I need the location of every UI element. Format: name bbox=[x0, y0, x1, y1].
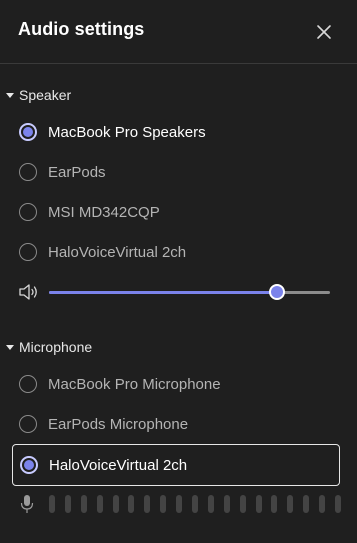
audio-settings-panel: Audio settings Speaker MacBook Pro Speak… bbox=[0, 0, 357, 543]
microphone-level-bar bbox=[65, 495, 71, 513]
microphone-level-row bbox=[18, 492, 343, 516]
speaker-option-msi-md342cqp[interactable]: MSI MD342CQP bbox=[12, 193, 340, 231]
microphone-section-toggle[interactable]: Microphone bbox=[6, 337, 92, 357]
microphone-level-bar bbox=[319, 495, 325, 513]
microphone-level-bar bbox=[192, 495, 198, 513]
option-label: MacBook Pro Speakers bbox=[48, 123, 206, 141]
microphone-section-label: Microphone bbox=[19, 339, 93, 355]
panel-header: Audio settings bbox=[0, 0, 357, 64]
speaker-option-halovoicevirtual-2ch[interactable]: HaloVoiceVirtual 2ch bbox=[12, 233, 340, 271]
microphone-level-bar bbox=[144, 495, 150, 513]
option-label: HaloVoiceVirtual 2ch bbox=[48, 243, 187, 261]
option-label: EarPods bbox=[48, 163, 106, 181]
microphone-level-bar bbox=[224, 495, 230, 513]
speaker-volume-slider[interactable] bbox=[49, 284, 330, 300]
microphone-level-bar bbox=[208, 495, 214, 513]
microphone-option-macbook-pro-microphone[interactable]: MacBook Pro Microphone bbox=[12, 365, 340, 403]
panel-title: Audio settings bbox=[18, 19, 145, 39]
close-button[interactable] bbox=[313, 21, 335, 43]
speaker-option-earpods[interactable]: EarPods bbox=[12, 153, 340, 191]
microphone-level-bar bbox=[128, 495, 134, 513]
volume-slider-thumb[interactable] bbox=[269, 284, 285, 300]
microphone-level-bar bbox=[113, 495, 119, 513]
volume-slider-fill bbox=[49, 291, 277, 294]
microphone-level-bar bbox=[49, 495, 55, 513]
microphone-level-bar bbox=[81, 495, 87, 513]
radio-button[interactable] bbox=[19, 415, 37, 433]
microphone-level-bar bbox=[303, 495, 309, 513]
caret-down-icon bbox=[6, 343, 14, 351]
microphone-option-earpods-microphone[interactable]: EarPods Microphone bbox=[12, 405, 340, 443]
microphone-level-bar bbox=[176, 495, 182, 513]
radio-button[interactable] bbox=[19, 203, 37, 221]
radio-button-checked[interactable] bbox=[19, 123, 37, 141]
radio-button[interactable] bbox=[19, 375, 37, 393]
speaker-volume-icon bbox=[18, 282, 40, 302]
microphone-level-bar bbox=[335, 495, 341, 513]
microphone-level-bar bbox=[256, 495, 262, 513]
microphone-level-meter bbox=[49, 495, 341, 513]
speaker-section-toggle[interactable]: Speaker bbox=[6, 85, 71, 105]
radio-button[interactable] bbox=[19, 243, 37, 261]
caret-down-icon bbox=[6, 91, 14, 99]
speaker-section-label: Speaker bbox=[19, 87, 72, 103]
option-label: MacBook Pro Microphone bbox=[48, 375, 221, 393]
microphone-level-bar bbox=[160, 495, 166, 513]
close-icon bbox=[317, 25, 331, 39]
microphone-level-bar bbox=[240, 495, 246, 513]
speaker-volume-row bbox=[18, 280, 338, 304]
microphone-level-bar bbox=[97, 495, 103, 513]
microphone-level-bar bbox=[271, 495, 277, 513]
microphone-icon bbox=[19, 494, 35, 514]
speaker-option-macbook-pro-speakers[interactable]: MacBook Pro Speakers bbox=[12, 113, 340, 151]
radio-button-checked[interactable] bbox=[20, 456, 38, 474]
option-label: HaloVoiceVirtual 2ch bbox=[49, 456, 188, 474]
option-label: MSI MD342CQP bbox=[48, 203, 160, 221]
microphone-level-bar bbox=[287, 495, 293, 513]
radio-button[interactable] bbox=[19, 163, 37, 181]
option-label: EarPods Microphone bbox=[48, 415, 189, 433]
microphone-option-halovoicevirtual-2ch[interactable]: HaloVoiceVirtual 2ch bbox=[12, 444, 340, 486]
